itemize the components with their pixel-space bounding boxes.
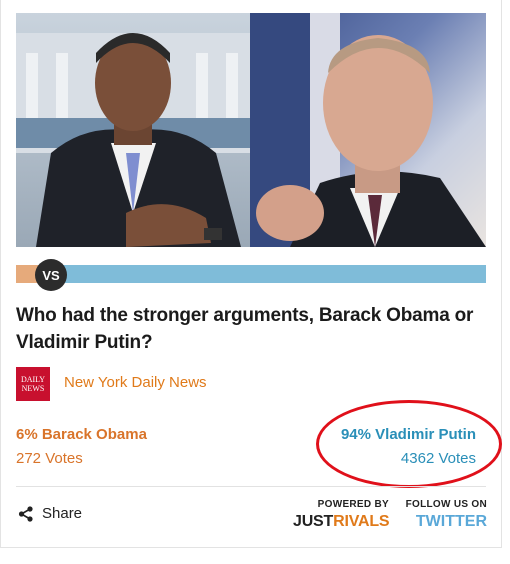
share-label: Share bbox=[42, 505, 83, 522]
highlight-circle bbox=[316, 400, 502, 488]
rival-photos bbox=[16, 13, 486, 247]
powered-by[interactable]: POWERED BY JUSTRIVALS bbox=[293, 499, 390, 531]
brand-part-2: RIVALS bbox=[333, 513, 390, 530]
justrivals-logo: JUSTRIVALS bbox=[293, 513, 390, 531]
source-link[interactable]: New York Daily News bbox=[64, 374, 207, 391]
share-icon bbox=[18, 505, 34, 522]
logo-line-2: NEWS bbox=[21, 384, 45, 393]
daily-news-logo[interactable]: DAILY NEWS bbox=[16, 367, 50, 401]
twitter-link[interactable]: TWITTER bbox=[401, 513, 487, 531]
vs-badge: VS bbox=[35, 259, 67, 291]
left-votes: 272 Votes bbox=[16, 450, 83, 467]
poll-card: VS Who had the stronger arguments, Barac… bbox=[0, 0, 502, 548]
powered-by-label: POWERED BY bbox=[317, 499, 389, 510]
obama-photo[interactable] bbox=[16, 13, 250, 247]
follow-label: FOLLOW US ON bbox=[405, 499, 487, 510]
right-vote-bar bbox=[44, 265, 486, 283]
share-button[interactable]: Share bbox=[18, 505, 82, 522]
left-result[interactable]: 6% Barack Obama bbox=[16, 426, 147, 443]
putin-photo[interactable] bbox=[250, 13, 486, 247]
divider bbox=[16, 486, 486, 487]
follow-us[interactable]: FOLLOW US ON TWITTER bbox=[401, 499, 487, 531]
brand-part-1: JUST bbox=[293, 513, 334, 530]
poll-question: Who had the stronger arguments, Barack O… bbox=[16, 305, 474, 353]
logo-line-1: DAILY bbox=[20, 375, 46, 384]
